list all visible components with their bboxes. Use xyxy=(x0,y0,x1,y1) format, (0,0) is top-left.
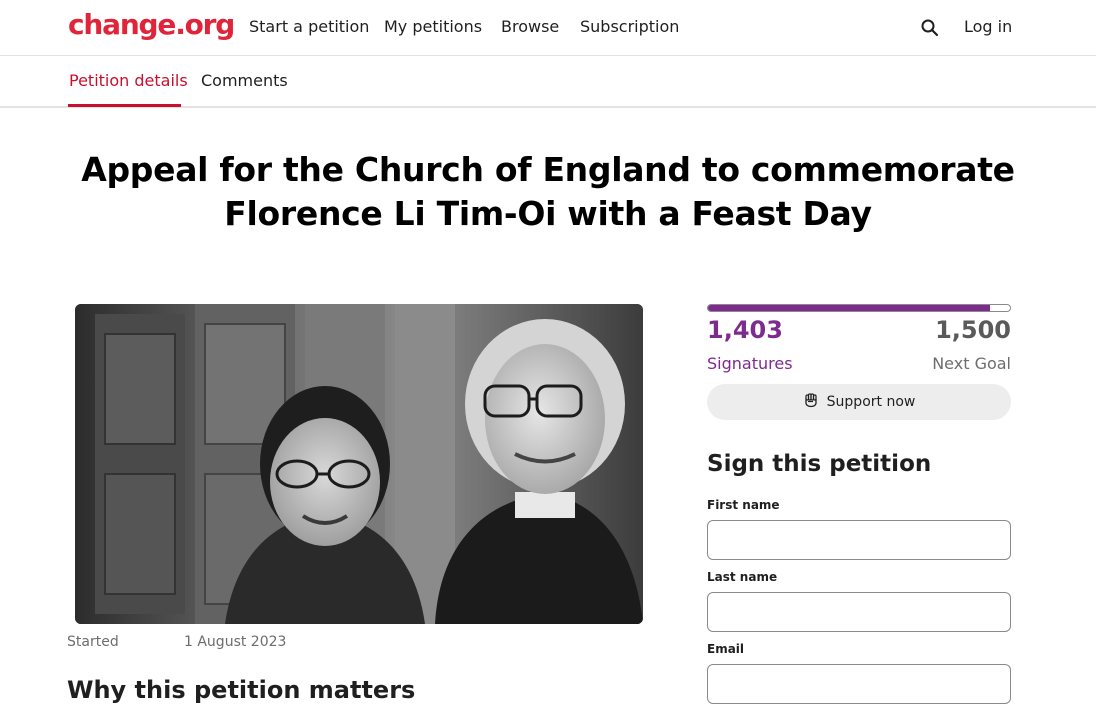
nav-browse[interactable]: Browse xyxy=(501,17,559,36)
started-date: 1 August 2023 xyxy=(184,634,287,650)
last-name-field[interactable] xyxy=(707,592,1011,632)
sign-petition-heading: Sign this petition xyxy=(707,451,932,477)
search-icon[interactable] xyxy=(916,14,944,42)
first-name-label: First name xyxy=(707,498,780,512)
support-now-button[interactable]: Support now xyxy=(707,384,1011,420)
nav-start-petition[interactable]: Start a petition xyxy=(249,17,369,36)
started-label: Started xyxy=(67,634,119,650)
login-link[interactable]: Log in xyxy=(964,17,1012,36)
signature-progress-fill xyxy=(708,305,991,311)
why-heading: Why this petition matters xyxy=(67,676,416,704)
tab-comments[interactable]: Comments xyxy=(201,71,288,90)
goal-count: 1,500 xyxy=(935,316,1011,344)
petition-title: Appeal for the Church of England to comm… xyxy=(81,150,1015,233)
first-name-field[interactable] xyxy=(707,520,1011,560)
signature-progress-bar xyxy=(707,304,1011,312)
petition-photo xyxy=(75,304,643,624)
top-navigation: change.org Start a petition My petitions… xyxy=(0,0,1096,56)
active-tab-indicator xyxy=(68,104,181,107)
last-name-label: Last name xyxy=(707,570,778,584)
email-label: Email xyxy=(707,642,745,656)
fist-icon xyxy=(803,392,819,412)
support-now-label: Support now xyxy=(826,394,916,410)
signature-count: 1,403 xyxy=(707,316,783,344)
change-org-logo[interactable]: change.org xyxy=(68,8,235,41)
petition-tabs: Petition details Comments xyxy=(0,56,1096,108)
tab-petition-details[interactable]: Petition details xyxy=(69,71,188,90)
nav-subscription[interactable]: Subscription xyxy=(580,17,679,36)
next-goal-label: Next Goal xyxy=(932,354,1011,373)
signatures-label: Signatures xyxy=(707,354,793,373)
email-field[interactable] xyxy=(707,664,1011,704)
nav-my-petitions[interactable]: My petitions xyxy=(384,17,482,36)
